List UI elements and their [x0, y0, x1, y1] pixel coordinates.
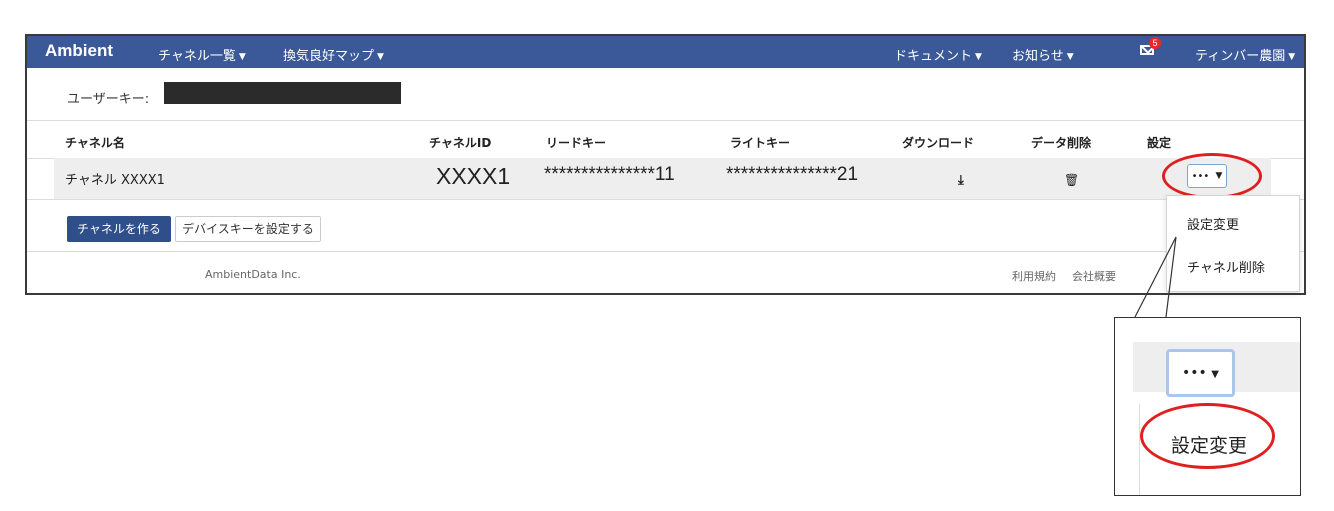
zoom-settings-button: ••• ▼: [1166, 349, 1235, 397]
zoom-highlight-ellipse: [1140, 403, 1275, 469]
zoom-inset: ••• ▼ 設定変更: [1114, 317, 1301, 496]
zoom-ellipsis-icon: •••: [1182, 365, 1207, 381]
zoom-caret-down-icon: ▼: [1211, 369, 1219, 380]
